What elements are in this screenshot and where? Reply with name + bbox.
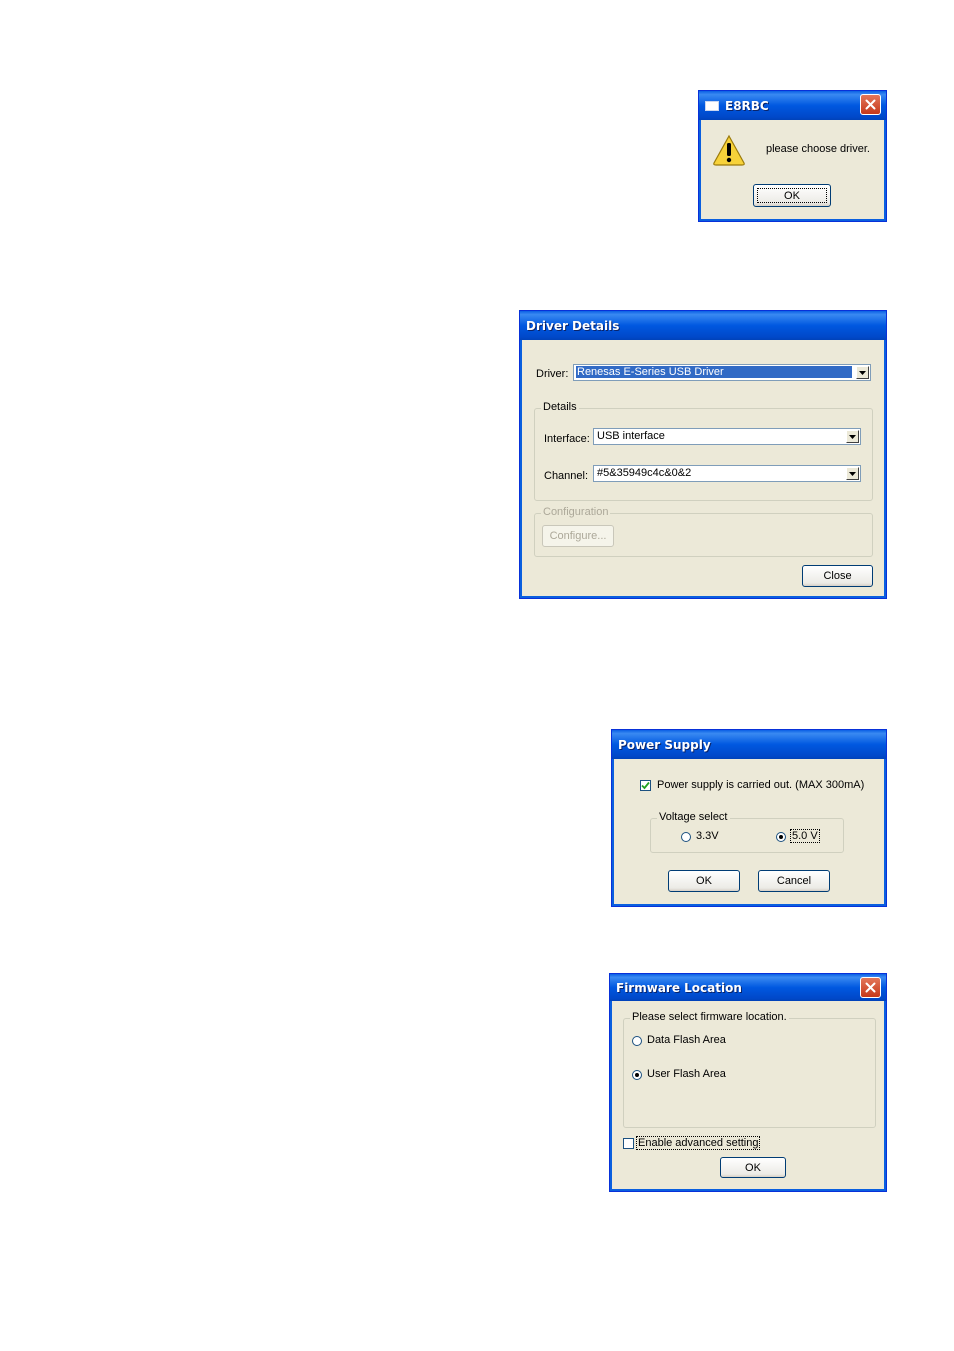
radio-user-flash[interactable] [632,1070,642,1080]
interface-value: USB interface [597,430,665,442]
power-supply-dialog: Power Supply Power supply is carried out… [611,729,887,907]
ok-button[interactable]: OK [668,870,740,892]
channel-value: #5&35949c4c&0&2 [597,467,692,479]
interface-select[interactable]: USB interface [593,428,861,445]
driver-select[interactable]: Renesas E-Series USB Driver [573,364,871,381]
cancel-button[interactable]: Cancel [758,870,830,892]
window-icon [705,100,719,111]
alert-titlebar[interactable]: E8RBC [699,91,886,120]
driver-details-title: Driver Details [526,318,620,333]
chevron-down-icon[interactable] [846,467,859,480]
power-supply-label: Power supply is carried out. (MAX 300mA) [657,779,865,791]
chevron-down-icon[interactable] [846,430,859,443]
ok-button[interactable]: OK [720,1157,786,1178]
power-supply-checkbox[interactable] [640,780,651,791]
radio-3-3v-label: 3.3V [696,830,719,842]
check-icon [641,781,650,790]
channel-label: Channel: [544,470,589,482]
close-icon[interactable] [860,94,881,115]
channel-select[interactable]: #5&35949c4c&0&2 [593,465,861,482]
firmware-location-titlebar[interactable]: Firmware Location [610,974,886,1001]
power-supply-title: Power Supply [618,737,711,752]
driver-details-titlebar[interactable]: Driver Details [520,311,886,340]
details-legend: Details [541,401,579,413]
voltage-group: Voltage select 3.3V 5.0 V [650,811,844,853]
ok-button[interactable]: OK [753,184,831,207]
chevron-down-icon[interactable] [856,366,869,379]
firmware-location-dialog: Firmware Location Please select firmware… [609,973,887,1192]
alert-title: E8RBC [725,98,769,113]
firmware-location-legend: Please select firmware location. [630,1011,789,1023]
radio-3-3v[interactable] [681,832,691,842]
close-button[interactable]: Close [802,565,873,587]
warning-icon [713,134,745,166]
alert-message: please choose driver. [766,143,870,155]
radio-5-0v-label: 5.0 V [790,829,820,843]
close-icon[interactable] [860,977,881,998]
details-group: Details Interface: USB interface Channel… [534,401,873,501]
firmware-location-group: Please select firmware location. Data Fl… [623,1011,876,1128]
advanced-setting-label: Enable advanced setting [636,1136,761,1150]
advanced-setting-checkbox[interactable] [623,1138,634,1149]
configuration-legend: Configuration [541,506,611,518]
driver-label: Driver: [536,368,569,380]
driver-value: Renesas E-Series USB Driver [576,366,852,378]
voltage-legend: Voltage select [657,811,730,823]
radio-5-0v[interactable] [776,832,786,842]
configure-button[interactable]: Configure... [542,525,614,547]
radio-user-flash-label: User Flash Area [647,1068,726,1080]
driver-details-dialog: Driver Details Driver: Renesas E-Series … [519,310,887,599]
firmware-location-title: Firmware Location [616,980,742,995]
radio-data-flash[interactable] [632,1036,642,1046]
power-supply-titlebar[interactable]: Power Supply [612,730,886,759]
interface-label: Interface: [544,433,590,445]
radio-data-flash-label: Data Flash Area [647,1034,726,1046]
configuration-group: Configuration Configure... [534,506,873,557]
alert-dialog: E8RBC please choose driver. OK [698,90,887,222]
